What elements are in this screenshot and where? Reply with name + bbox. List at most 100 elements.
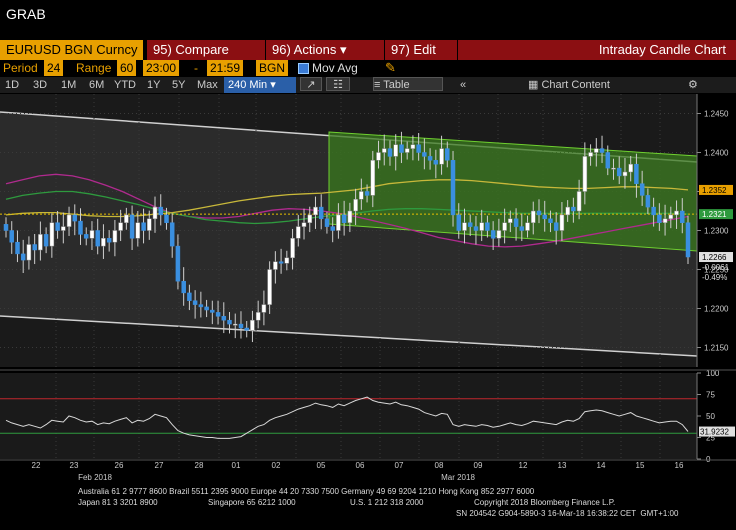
line-tool-icon[interactable]: ↗: [300, 77, 322, 91]
footer-singapore: Singapore 65 6212 1000: [208, 498, 296, 507]
candle-body-down: [542, 214, 547, 220]
x-day-label: 12: [519, 461, 528, 470]
candle-body-up: [662, 218, 668, 223]
candle-body-up: [250, 319, 255, 331]
actions-label: 96) Actions: [272, 42, 337, 57]
collapse-icon[interactable]: «: [460, 77, 482, 93]
actions-button[interactable]: 96) Actions ▾: [266, 40, 384, 60]
candle-body-up: [622, 171, 628, 177]
period-label: Period: [3, 61, 38, 75]
range-start-field[interactable]: 23:00: [143, 60, 180, 76]
source-field[interactable]: BGN: [256, 60, 289, 76]
chart-content-icon: ▦: [528, 79, 539, 91]
parameter-bar: Period 24 Range 60 23:00 - 21:59 BGN Mov…: [0, 60, 736, 76]
candle-body-down: [227, 319, 232, 325]
grab-label: GRAB: [6, 6, 46, 22]
period-button-max[interactable]: Max: [197, 77, 218, 93]
candle-style-icon[interactable]: ☷: [326, 77, 350, 91]
candle-body-down: [548, 218, 553, 223]
gear-icon[interactable]: ⚙: [688, 77, 702, 93]
x-day-label: 06: [356, 461, 365, 470]
candle-body-up: [152, 206, 158, 220]
ticker-field[interactable]: EURUSD BGN Curncy: [0, 40, 143, 60]
candle-body-up: [353, 199, 358, 212]
candle-body-down: [387, 148, 393, 157]
period-button-1m[interactable]: 1M: [61, 77, 76, 93]
candle-body-down: [3, 224, 9, 231]
candle-body-down: [433, 160, 439, 165]
candle-body-down: [78, 220, 83, 235]
period-button-ytd[interactable]: YTD: [114, 77, 136, 93]
candle-body-down: [141, 222, 146, 231]
candle-body-up: [628, 163, 633, 173]
candle-body-up: [576, 191, 582, 212]
candle-body-up: [118, 222, 123, 231]
x-day-label: 13: [558, 461, 567, 470]
candle-body-up: [135, 222, 141, 239]
rsi-tick-label: 75: [706, 391, 715, 400]
candle-body-up: [370, 160, 376, 196]
candle-body-up: [508, 218, 513, 223]
candle-body-up: [273, 261, 278, 270]
candle-body-up: [38, 234, 43, 251]
period-button-3d[interactable]: 3D: [33, 77, 47, 93]
price-tag-label: 1.2352: [702, 186, 727, 195]
x-day-label: 22: [32, 461, 41, 470]
period-button-1d[interactable]: 1D: [5, 77, 19, 93]
chart-content-label: Chart Content: [541, 79, 610, 91]
candle-body-up: [502, 222, 507, 231]
candle-body-down: [129, 214, 135, 239]
x-day-label: 28: [195, 461, 204, 470]
mov-avg-toggle[interactable]: Mov Avg: [298, 60, 358, 76]
candle-body-up: [66, 214, 72, 227]
candle-body-up: [290, 238, 295, 259]
candle-body-down: [553, 222, 559, 231]
candle-body-up: [261, 304, 267, 313]
candle-body-down: [651, 206, 656, 216]
candle-body-up: [296, 226, 301, 239]
candle-body-up: [61, 226, 66, 231]
edit-button[interactable]: 97) Edit: [385, 40, 457, 60]
interval-dropdown[interactable]: 240 Min ▾: [224, 77, 296, 93]
footer: Australia 61 2 9777 8600 Brazil 5511 239…: [0, 484, 736, 530]
price-tick-label: 1.2300: [704, 227, 729, 236]
x-day-label: 02: [272, 461, 281, 470]
candle-body-down: [324, 218, 330, 227]
period-field[interactable]: 24: [44, 60, 64, 76]
candle-body-down: [169, 222, 175, 247]
x-day-label: 05: [317, 461, 326, 470]
compare-button[interactable]: 95) Compare: [147, 40, 265, 60]
x-day-label: 08: [435, 461, 444, 470]
price-tick-label: 1.2150: [704, 344, 729, 353]
candle-body-down: [571, 206, 576, 212]
period-button-5y[interactable]: 5Y: [172, 77, 185, 93]
candle-body-down: [32, 244, 37, 251]
candle-body-down: [513, 218, 519, 227]
pencil-icon[interactable]: ✎: [385, 60, 396, 76]
x-month-label: Mar 2018: [441, 473, 475, 482]
range-field[interactable]: 60: [117, 60, 137, 76]
candle-body-down: [341, 214, 347, 223]
chart-area: 1.21501.22001.22501.23001.23501.24001.24…: [0, 94, 736, 484]
candle-body-down: [238, 323, 244, 329]
candle-body-up: [376, 152, 381, 161]
candle-body-up: [284, 257, 290, 264]
interval-label: 240 Min: [228, 79, 268, 91]
period-button-1y[interactable]: 1Y: [147, 77, 160, 93]
table-label: Table: [383, 79, 410, 91]
price-tag-label: 1.2321: [702, 210, 727, 219]
x-day-label: 23: [70, 461, 79, 470]
table-button[interactable]: ≡ Table: [373, 77, 443, 91]
top-bar: GRAB: [0, 0, 736, 40]
chart-type-title: Intraday Candle Chart: [458, 40, 736, 60]
candle-body-up: [525, 222, 530, 231]
candle-body-up: [301, 222, 307, 227]
period-button-6m[interactable]: 6M: [89, 77, 104, 93]
range-end-field[interactable]: 21:59: [207, 60, 244, 76]
candle-body-down: [685, 222, 691, 258]
rsi-axis-background: [697, 373, 736, 459]
candle-body-down: [215, 312, 221, 317]
chart-content-button[interactable]: ▦ Chart Content: [528, 77, 678, 93]
candle-body-up: [359, 191, 364, 200]
candle-body-down: [473, 226, 479, 231]
